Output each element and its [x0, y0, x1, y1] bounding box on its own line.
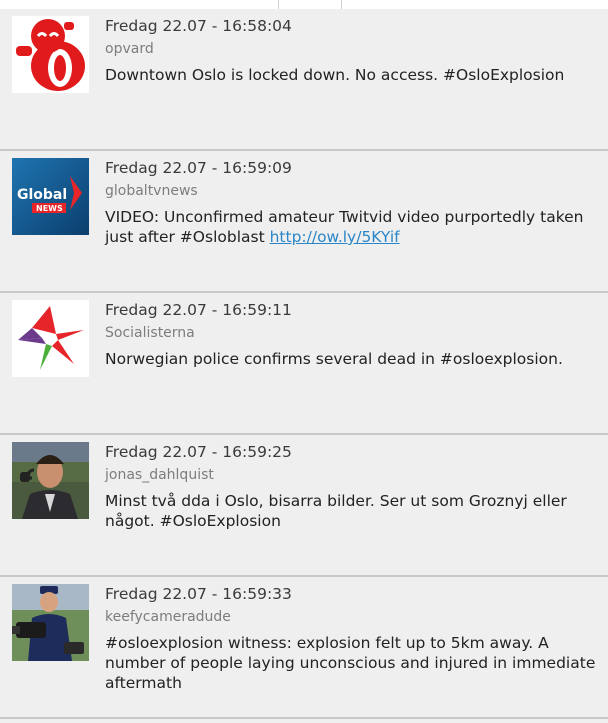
- tweet-timestamp: Fredag 22.07 - 16:59:11: [105, 301, 292, 319]
- tweet-text: Downtown Oslo is locked down. No access.…: [105, 65, 602, 85]
- tweet-link[interactable]: http://ow.ly/5KYif: [270, 228, 400, 246]
- svg-text:NEWS: NEWS: [36, 204, 63, 213]
- tweet-username[interactable]: Socialisterna: [105, 323, 602, 343]
- tweet-item[interactable]: Fredag 22.07 - 16:59:33 keefycameradude …: [0, 577, 608, 719]
- tweet-text-body: Minst två dda i Oslo, bisarra bilder. Se…: [105, 492, 567, 530]
- global-news-logo-icon[interactable]: Global NEWS: [12, 158, 89, 235]
- star-logo-icon[interactable]: [12, 300, 89, 377]
- tweet-text: #osloexplosion witness: explosion felt u…: [105, 633, 602, 693]
- tweet-username[interactable]: keefycameradude: [105, 607, 602, 627]
- tweet-text: Minst två dda i Oslo, bisarra bilder. Se…: [105, 491, 602, 531]
- tweet-text-body: Norwegian police confirms several dead i…: [105, 350, 563, 368]
- tweet-username[interactable]: opvard: [105, 39, 602, 59]
- toolbar-divider: [341, 0, 342, 9]
- tweet-feed[interactable]: Fredag 22.07 - 16:58:04 opvard Downtown …: [0, 9, 608, 719]
- tweet-text-body: Downtown Oslo is locked down. No access.…: [105, 66, 565, 84]
- red-mascot-avatar-icon[interactable]: [12, 16, 89, 93]
- tweet-timestamp: Fredag 22.07 - 16:59:09: [105, 159, 292, 177]
- svg-text:Global: Global: [17, 187, 67, 203]
- toolbar-divider: [278, 0, 279, 9]
- tweet-item[interactable]: Fredag 22.07 - 16:59:25 jonas_dahlquist …: [0, 435, 608, 577]
- tweet-item[interactable]: Fredag 22.07 - 16:59:11 Socialisterna No…: [0, 293, 608, 435]
- tweet-timestamp: Fredag 22.07 - 16:58:04: [105, 17, 292, 35]
- tweet-timestamp: Fredag 22.07 - 16:59:25: [105, 443, 292, 461]
- cameraman-photo-avatar[interactable]: [12, 584, 89, 661]
- tweet-text: Norwegian police confirms several dead i…: [105, 349, 602, 369]
- tweet-text: VIDEO: Unconfirmed amateur Twitvid video…: [105, 207, 602, 247]
- tweet-item[interactable]: Fredag 22.07 - 16:58:04 opvard Downtown …: [0, 9, 608, 151]
- top-toolbar-strip: [0, 0, 608, 9]
- tweet-text-body: #osloexplosion witness: explosion felt u…: [105, 634, 596, 692]
- tweet-item[interactable]: Global NEWS Fredag 22.07 - 16:59:09 glob…: [0, 151, 608, 293]
- commentator-photo-avatar[interactable]: [12, 442, 89, 519]
- tweet-timestamp: Fredag 22.07 - 16:59:33: [105, 585, 292, 603]
- tweet-username[interactable]: globaltvnews: [105, 181, 602, 201]
- tweet-username[interactable]: jonas_dahlquist: [105, 465, 602, 485]
